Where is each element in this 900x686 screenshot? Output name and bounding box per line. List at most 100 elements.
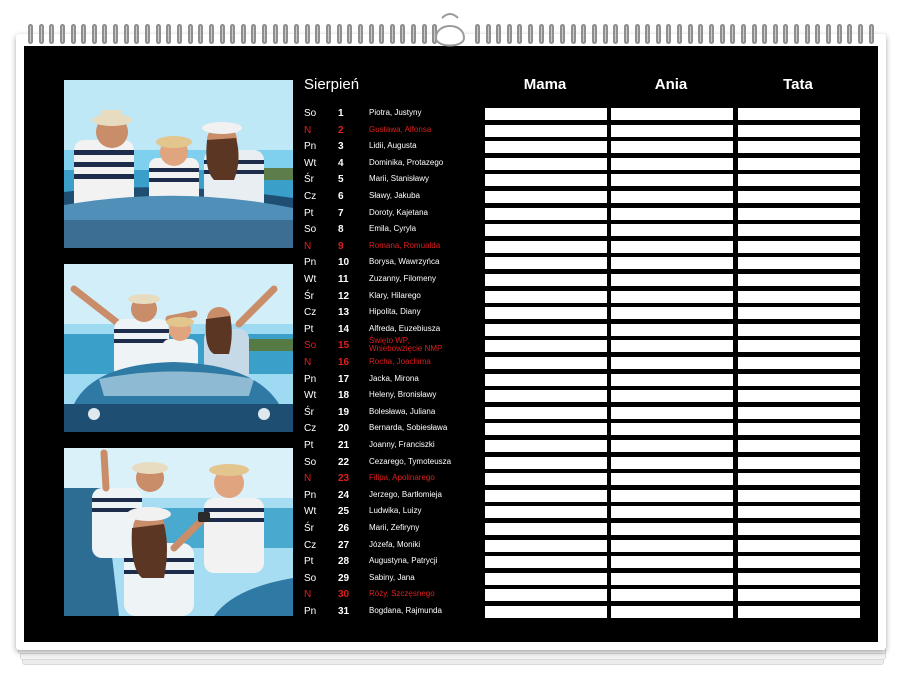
note-cell-ania[interactable]: [611, 191, 733, 203]
note-cell-tata[interactable]: [738, 207, 860, 220]
note-cell-tata[interactable]: [738, 606, 860, 618]
note-cell-ania[interactable]: [611, 539, 733, 552]
note-cell-mama[interactable]: [485, 307, 607, 320]
note-cell-ania[interactable]: [611, 290, 733, 303]
note-cell-mama[interactable]: [485, 141, 607, 154]
spiral-coil: [740, 24, 746, 44]
note-cell-ania[interactable]: [611, 373, 733, 386]
note-cell-mama[interactable]: [485, 390, 607, 403]
note-cell-mama[interactable]: [485, 473, 607, 486]
note-cell-tata[interactable]: [738, 257, 860, 270]
note-cell-mama[interactable]: [485, 423, 607, 436]
note-cell-tata[interactable]: [738, 523, 860, 535]
note-cell-ania[interactable]: [611, 257, 733, 270]
day-number: 4: [338, 157, 344, 169]
note-cell-tata[interactable]: [738, 240, 860, 253]
note-cell-ania[interactable]: [611, 357, 733, 369]
note-cell-ania[interactable]: [611, 124, 733, 137]
note-cell-tata[interactable]: [738, 539, 860, 552]
name-day-text: Heleny, Bronisławy: [369, 390, 437, 400]
note-cell-tata[interactable]: [738, 423, 860, 436]
note-cell-ania[interactable]: [611, 157, 733, 170]
note-cell-ania[interactable]: [611, 473, 733, 486]
note-cell-tata[interactable]: [738, 556, 860, 569]
spiral-coil: [826, 24, 832, 44]
note-cell-tata[interactable]: [738, 108, 860, 120]
note-cell-ania[interactable]: [611, 224, 733, 237]
note-cell-mama[interactable]: [485, 539, 607, 552]
note-cell-ania[interactable]: [611, 240, 733, 253]
note-cell-mama[interactable]: [485, 572, 607, 585]
note-cell-ania[interactable]: [611, 606, 733, 618]
note-cell-tata[interactable]: [738, 373, 860, 386]
note-cell-ania[interactable]: [611, 423, 733, 436]
note-cell-tata[interactable]: [738, 572, 860, 585]
note-cell-mama[interactable]: [485, 456, 607, 469]
note-cell-ania[interactable]: [611, 556, 733, 569]
note-cell-tata[interactable]: [738, 456, 860, 469]
note-cell-ania[interactable]: [611, 406, 733, 419]
note-cell-mama[interactable]: [485, 240, 607, 253]
note-cell-tata[interactable]: [738, 124, 860, 137]
note-cell-tata[interactable]: [738, 141, 860, 154]
note-cell-mama[interactable]: [485, 589, 607, 602]
note-cell-mama[interactable]: [485, 323, 607, 336]
note-cell-mama[interactable]: [485, 274, 607, 286]
note-cell-tata[interactable]: [738, 157, 860, 170]
note-cell-mama[interactable]: [485, 174, 607, 187]
note-cell-ania[interactable]: [611, 108, 733, 120]
note-cell-ania[interactable]: [611, 340, 733, 353]
note-cell-tata[interactable]: [738, 440, 860, 452]
note-cell-tata[interactable]: [738, 274, 860, 286]
note-cell-mama[interactable]: [485, 606, 607, 618]
spiral-coil: [804, 24, 810, 44]
note-cell-tata[interactable]: [738, 307, 860, 320]
note-cell-ania[interactable]: [611, 207, 733, 220]
note-cell-ania[interactable]: [611, 323, 733, 336]
note-cell-ania[interactable]: [611, 523, 733, 535]
note-cell-ania[interactable]: [611, 572, 733, 585]
note-cell-mama[interactable]: [485, 290, 607, 303]
note-cell-tata[interactable]: [738, 473, 860, 486]
note-cell-tata[interactable]: [738, 191, 860, 203]
note-cell-mama[interactable]: [485, 224, 607, 237]
note-cell-ania[interactable]: [611, 440, 733, 452]
note-cell-mama[interactable]: [485, 440, 607, 452]
note-cell-mama[interactable]: [485, 506, 607, 519]
note-cell-mama[interactable]: [485, 373, 607, 386]
note-cell-tata[interactable]: [738, 406, 860, 419]
note-cell-tata[interactable]: [738, 224, 860, 237]
note-cell-tata[interactable]: [738, 506, 860, 519]
note-cell-mama[interactable]: [485, 340, 607, 353]
note-cell-mama[interactable]: [485, 556, 607, 569]
note-cell-mama[interactable]: [485, 489, 607, 502]
note-cell-tata[interactable]: [738, 589, 860, 602]
note-cell-ania[interactable]: [611, 489, 733, 502]
note-cell-mama[interactable]: [485, 191, 607, 203]
note-cell-tata[interactable]: [738, 489, 860, 502]
note-cell-ania[interactable]: [611, 307, 733, 320]
note-cell-tata[interactable]: [738, 290, 860, 303]
note-cell-mama[interactable]: [485, 357, 607, 369]
note-cell-mama[interactable]: [485, 157, 607, 170]
note-cell-ania[interactable]: [611, 174, 733, 187]
note-cell-tata[interactable]: [738, 390, 860, 403]
note-cell-ania[interactable]: [611, 589, 733, 602]
note-cell-ania[interactable]: [611, 390, 733, 403]
note-cell-mama[interactable]: [485, 257, 607, 270]
note-cell-ania[interactable]: [611, 456, 733, 469]
note-cell-mama[interactable]: [485, 207, 607, 220]
note-cell-ania[interactable]: [611, 141, 733, 154]
note-cell-mama[interactable]: [485, 523, 607, 535]
note-cell-tata[interactable]: [738, 323, 860, 336]
note-cell-mama[interactable]: [485, 124, 607, 137]
note-cell-ania[interactable]: [611, 274, 733, 286]
note-cell-ania[interactable]: [611, 506, 733, 519]
note-cell-tata[interactable]: [738, 340, 860, 353]
note-cell-tata[interactable]: [738, 174, 860, 187]
note-cell-mama[interactable]: [485, 406, 607, 419]
note-cell-tata[interactable]: [738, 357, 860, 369]
spiral-coil: [208, 24, 214, 44]
note-cell-mama[interactable]: [485, 108, 607, 120]
day-number: 23: [338, 473, 350, 485]
